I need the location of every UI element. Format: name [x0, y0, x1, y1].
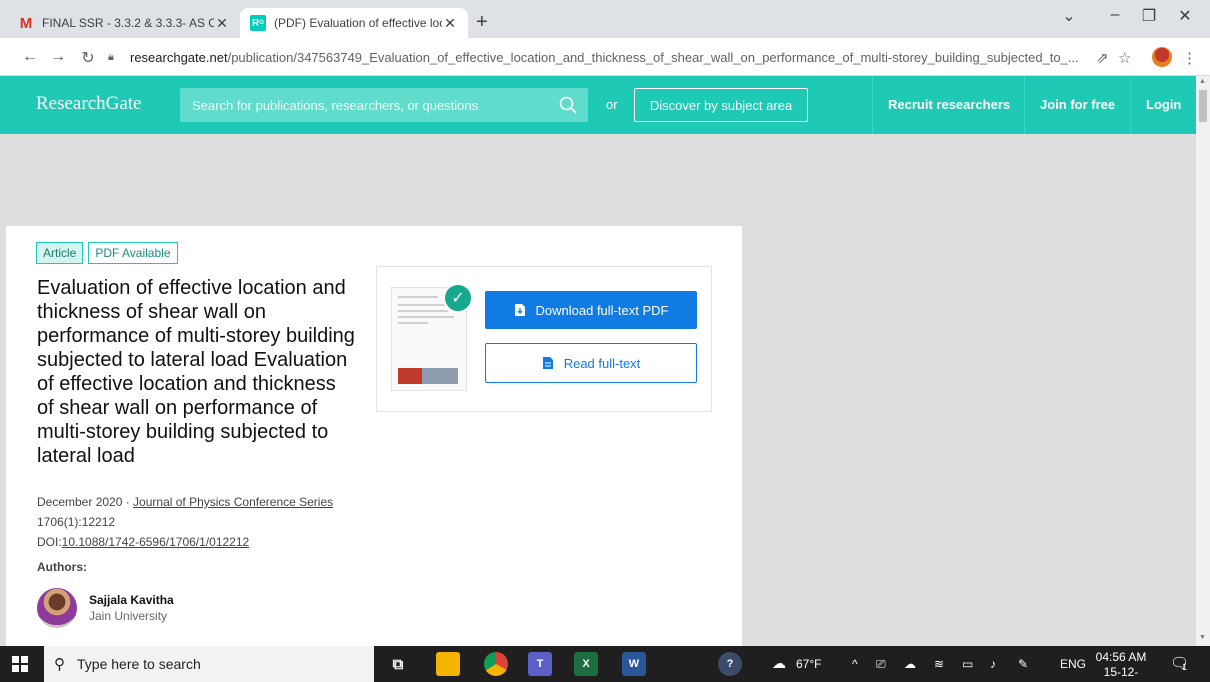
word-icon[interactable]: W	[622, 652, 646, 676]
journal-volume: 1706(1):12212	[37, 515, 116, 529]
document-icon	[542, 357, 553, 369]
thumbnail-image	[398, 368, 458, 384]
lock-icon: 🔒︎	[108, 50, 114, 63]
search-input[interactable]	[192, 97, 552, 113]
new-tab-icon[interactable]: +	[476, 12, 488, 32]
forward-icon[interactable]: →	[48, 48, 68, 66]
checkmark-icon: ✓	[443, 283, 473, 313]
article-badge: Article	[36, 242, 84, 264]
or-label: or	[606, 97, 618, 112]
read-label: Read full-text	[563, 355, 641, 371]
scroll-down-icon[interactable]: ▼	[1199, 634, 1206, 641]
login-link[interactable]: Login	[1146, 97, 1181, 112]
chevron-up-icon[interactable]: ^	[852, 657, 858, 671]
badge-row: Article PDF Available	[36, 242, 178, 264]
clock[interactable]: 04:56 AM 15-12-2021	[1094, 650, 1148, 682]
browser-tab-strip: M FINAL SSR - 3.3.2 & 3.3.3- AS ON ✕ RG …	[0, 0, 1210, 38]
researchgate-icon: RG	[250, 15, 266, 31]
doi-label: DOI:	[37, 535, 62, 549]
taskbar: ⚲ Type here to search ⧉ T X W ? ☁ 67°F ^…	[0, 646, 1210, 682]
window-close-icon[interactable]: ✕	[1170, 6, 1200, 26]
author-item[interactable]: Sajjala Kavitha Jain University	[37, 588, 174, 628]
cloud-weather-icon: ☁	[772, 655, 786, 671]
divider	[1130, 76, 1131, 134]
download-label: Download full-text PDF	[535, 302, 669, 318]
chrome-icon[interactable]	[484, 652, 508, 676]
author-name[interactable]: Sajjala Kavitha	[89, 593, 174, 607]
url-domain: researchgate.net	[130, 49, 228, 65]
browser-toolbar: ← → ↻ 🔒︎ researchgate.net /publication/3…	[0, 38, 1210, 76]
download-pdf-button[interactable]: Download full-text PDF	[485, 291, 697, 329]
windows-start-icon[interactable]	[12, 656, 28, 672]
minimize-icon[interactable]: –	[1100, 6, 1130, 24]
journal-link[interactable]: Journal of Physics Conference Series	[133, 495, 333, 509]
address-bar[interactable]: 🔒︎ researchgate.net /publication/3475637…	[108, 43, 1172, 71]
download-icon	[514, 304, 525, 316]
thumbnail-line	[398, 316, 454, 318]
page-scrollbar[interactable]: ▲ ▼	[1196, 76, 1210, 646]
researchgate-logo[interactable]: ResearchGate	[36, 93, 142, 115]
pen-icon[interactable]: ✎	[1018, 657, 1028, 671]
clock-date: 15-12-2021	[1103, 665, 1139, 682]
pdf-available-badge: PDF Available	[88, 242, 178, 264]
thumbnail-line	[398, 322, 428, 324]
divider	[1024, 76, 1025, 134]
battery-icon[interactable]: ▭	[962, 657, 973, 671]
volume-icon[interactable]: ♪	[990, 657, 996, 671]
close-icon[interactable]: ✕	[442, 15, 458, 32]
meet-icon[interactable]: ⎚	[876, 657, 886, 672]
publication-card: Article PDF Available Evaluation of effe…	[6, 226, 742, 646]
author-institution: Jain University	[89, 609, 168, 623]
clock-time: 04:56 AM	[1095, 650, 1147, 664]
ad-placeholder	[6, 134, 1196, 226]
gmail-icon: M	[19, 14, 33, 32]
join-for-free-link[interactable]: Join for free	[1040, 97, 1115, 112]
reload-icon[interactable]: ↻	[78, 48, 98, 68]
tab-title: FINAL SSR - 3.3.2 & 3.3.3- AS ON	[42, 16, 214, 30]
tab-search-icon[interactable]: ⌄	[1054, 6, 1084, 26]
search-icon[interactable]	[558, 95, 578, 115]
back-icon[interactable]: ←	[20, 48, 40, 66]
avatar[interactable]	[37, 588, 77, 628]
file-explorer-icon[interactable]	[436, 652, 460, 676]
browser-tab-researchgate[interactable]: RG (PDF) Evaluation of effective loca ✕	[240, 8, 468, 38]
wifi-icon[interactable]: ≋	[934, 657, 944, 671]
share-icon[interactable]: ⇗	[1096, 49, 1109, 67]
restore-icon[interactable]: ❐	[1134, 6, 1164, 26]
tab-title: (PDF) Evaluation of effective loca	[274, 16, 442, 30]
notification-count: 1	[1182, 662, 1188, 672]
full-text-box: ✓ Download full-text PDF Read full-text	[376, 266, 712, 412]
excel-icon[interactable]: X	[574, 652, 598, 676]
bookmark-star-icon[interactable]: ☆	[1118, 49, 1131, 67]
close-icon[interactable]: ✕	[214, 15, 230, 32]
help-icon[interactable]: ?	[718, 652, 742, 676]
url-path: /publication/347563749_Evaluation_of_eff…	[227, 49, 1079, 65]
site-search[interactable]	[180, 88, 588, 122]
onedrive-icon[interactable]: ☁	[904, 657, 916, 671]
thumbnail-line	[398, 296, 438, 298]
browser-tab-gmail[interactable]: M FINAL SSR - 3.3.2 & 3.3.3- AS ON ✕	[8, 8, 240, 38]
search-icon: ⚲	[54, 656, 65, 673]
profile-avatar[interactable]	[1152, 47, 1172, 67]
recruit-researchers-link[interactable]: Recruit researchers	[888, 97, 1010, 112]
teams-icon[interactable]: T	[528, 652, 552, 676]
doi-link[interactable]: 10.1088/1742-6596/1706/1/012212	[62, 535, 250, 549]
taskbar-search[interactable]: ⚲ Type here to search	[44, 646, 374, 682]
divider	[872, 76, 873, 134]
thumbnail-line	[398, 310, 448, 312]
task-view-icon[interactable]: ⧉	[386, 652, 410, 676]
discover-button[interactable]: Discover by subject area	[634, 88, 808, 122]
weather-label[interactable]: 67°F	[796, 657, 821, 671]
site-header: ResearchGate or Discover by subject area…	[0, 76, 1196, 134]
authors-heading: Authors:	[37, 560, 87, 574]
scroll-up-icon[interactable]: ▲	[1199, 78, 1206, 85]
language-label[interactable]: ENG	[1060, 657, 1086, 671]
taskbar-search-placeholder: Type here to search	[77, 656, 201, 672]
publication-meta: December 2020 · Journal of Physics Confe…	[37, 492, 337, 552]
publication-date: December 2020 ·	[37, 495, 134, 509]
scroll-thumb[interactable]	[1199, 90, 1207, 122]
page-title: Evaluation of effective location and thi…	[37, 277, 355, 467]
menu-icon[interactable]: ⋮	[1182, 49, 1197, 67]
read-full-text-button[interactable]: Read full-text	[485, 343, 697, 383]
